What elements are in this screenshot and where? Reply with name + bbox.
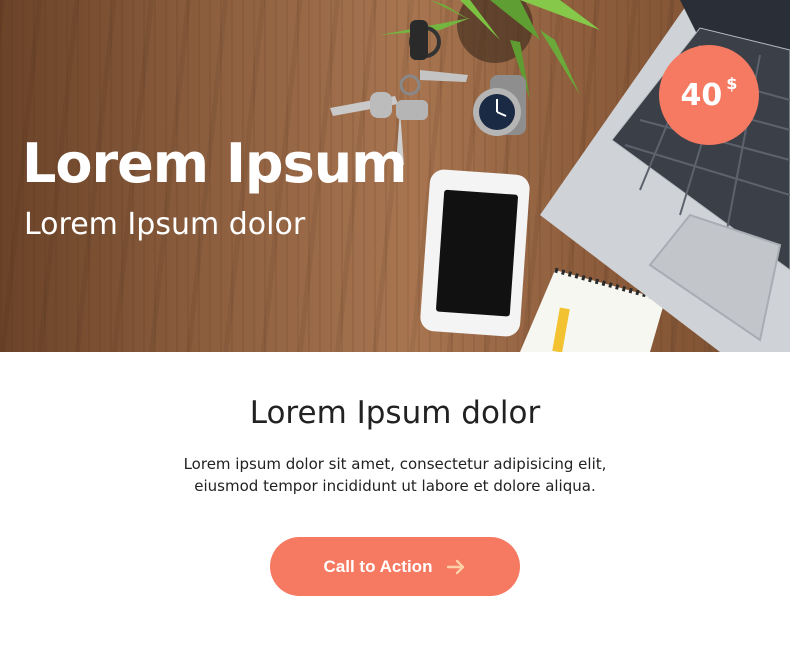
content-title: Lorem Ipsum dolor [249, 395, 541, 431]
hero-title: Lorem Ipsum [22, 132, 407, 195]
content-body: Lorem ipsum dolor sit amet, consectetur … [120, 453, 670, 497]
hero-subtitle: Lorem Ipsum dolor [24, 207, 306, 242]
phone-image [420, 169, 530, 337]
cta-label: Call to Action [323, 556, 433, 576]
hero-banner: Lorem Ipsum Lorem Ipsum dolor 40 $ [0, 0, 790, 352]
price-badge: 40 $ [659, 45, 759, 145]
content-body-line: eiusmod tempor incididunt ut labore et d… [194, 477, 596, 495]
arrow-right-icon [446, 559, 466, 575]
call-to-action-button[interactable]: Call to Action [270, 537, 520, 596]
price-currency: $ [726, 73, 738, 93]
price-amount: 40 [680, 77, 723, 113]
content-body-line: Lorem ipsum dolor sit amet, consectetur … [183, 455, 607, 473]
watch-image [473, 75, 526, 136]
